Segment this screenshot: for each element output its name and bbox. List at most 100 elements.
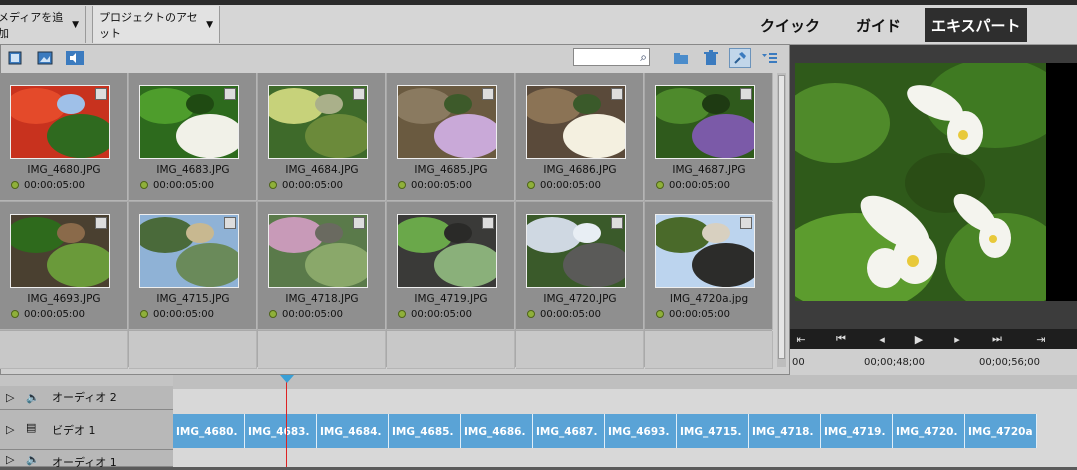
asset-item[interactable]: IMG_4718.JPG 00:00:05:00 <box>258 202 386 330</box>
asset-thumbnail <box>139 85 239 159</box>
timeline-clip[interactable]: IMG_4693. <box>605 414 677 448</box>
empty-slot <box>258 331 386 369</box>
skip-forward-icon[interactable]: ⏭ <box>987 329 1007 349</box>
asset-filename: IMG_4685.JPG <box>414 164 488 176</box>
project-assets-label: プロジェクトのアセット <box>99 10 198 40</box>
asset-filename: IMG_4720.JPG <box>543 293 617 305</box>
project-assets-button[interactable]: プロジェクトのアセット ▼ <box>92 6 220 43</box>
playhead-handle[interactable] <box>280 375 294 383</box>
top-strip <box>0 0 1077 5</box>
track-audio1[interactable] <box>173 450 1077 467</box>
status-dot-icon <box>398 181 406 189</box>
status-dot-icon <box>656 310 664 318</box>
asset-scrollbar[interactable] <box>777 73 786 367</box>
asset-filename: IMG_4719.JPG <box>414 293 488 305</box>
empty-slot <box>387 331 515 369</box>
timeline-clip[interactable]: IMG_4720a <box>965 414 1037 448</box>
goto-out-icon[interactable]: ⇥ <box>1031 329 1051 349</box>
asset-thumbnail <box>526 214 626 288</box>
timeline-clip[interactable]: IMG_4685. <box>389 414 461 448</box>
status-dot-icon <box>269 181 277 189</box>
monitor-preview <box>795 63 1046 301</box>
panel-menu-icon[interactable] <box>759 48 781 68</box>
scrollbar-thumb[interactable] <box>778 75 785 359</box>
audio-filter-icon[interactable] <box>64 48 86 68</box>
asset-item[interactable]: IMG_4686.JPG 00:00:05:00 <box>516 73 644 201</box>
asset-item[interactable]: IMG_4719.JPG 00:00:05:00 <box>387 202 515 330</box>
empty-slot <box>645 331 773 369</box>
asset-thumbnail <box>655 85 755 159</box>
add-media-button[interactable]: メディアを追加 ▼ <box>0 6 86 43</box>
video-filter-icon[interactable] <box>4 48 26 68</box>
asset-item[interactable]: IMG_4720a.jpg 00:00:05:00 <box>645 202 773 330</box>
asset-duration: 00:00:05:00 <box>153 309 215 320</box>
asset-item[interactable]: IMG_4680.JPG 00:00:05:00 <box>0 73 128 201</box>
timeline-clip[interactable]: IMG_4715. <box>677 414 749 448</box>
step-forward-icon[interactable]: ▸ <box>947 329 967 349</box>
media-type-icon <box>482 88 494 100</box>
ruler-label: 00;00;48;00 <box>864 357 926 368</box>
timeline-clip[interactable]: IMG_4718. <box>749 414 821 448</box>
timeline-clip[interactable]: IMG_4683. <box>245 414 317 448</box>
status-dot-icon <box>269 310 277 318</box>
expand-triangle-icon[interactable]: ▷ <box>6 391 14 404</box>
playhead[interactable] <box>286 376 287 467</box>
ruler-label: 00 <box>792 357 805 368</box>
timeline-clip[interactable]: IMG_4684. <box>317 414 389 448</box>
asset-item[interactable]: IMG_4684.JPG 00:00:05:00 <box>258 73 386 201</box>
asset-item[interactable]: IMG_4693.JPG 00:00:05:00 <box>0 202 128 330</box>
expand-triangle-icon[interactable]: ▷ <box>6 423 14 436</box>
search-icon: ⌕ <box>640 50 647 64</box>
empty-slot <box>129 331 257 369</box>
asset-filename: IMG_4680.JPG <box>27 164 101 176</box>
asset-item[interactable]: IMG_4687.JPG 00:00:05:00 <box>645 73 773 201</box>
asset-thumbnail <box>10 85 110 159</box>
track-audio2[interactable] <box>173 389 1077 410</box>
asset-filename: IMG_4720a.jpg <box>669 293 749 305</box>
media-type-icon <box>482 217 494 229</box>
asset-thumbnail <box>139 214 239 288</box>
pin-icon[interactable] <box>729 48 751 68</box>
timeline-clip[interactable]: IMG_4687. <box>533 414 605 448</box>
asset-item[interactable]: IMG_4685.JPG 00:00:05:00 <box>387 73 515 201</box>
asset-item[interactable]: IMG_4715.JPG 00:00:05:00 <box>129 202 257 330</box>
asset-duration: 00:00:05:00 <box>24 309 86 320</box>
timeline-clip[interactable]: IMG_4720. <box>893 414 965 448</box>
new-folder-icon[interactable] <box>670 48 692 68</box>
asset-item[interactable]: IMG_4720.JPG 00:00:05:00 <box>516 202 644 330</box>
timeline-clip[interactable]: IMG_4719. <box>821 414 893 448</box>
goto-in-icon[interactable]: ⇤ <box>791 329 811 349</box>
track-header-audio2: ▷ 🔈 オーディオ 2 <box>0 386 173 410</box>
skip-back-icon[interactable]: ⏮ <box>831 329 851 349</box>
status-dot-icon <box>527 310 535 318</box>
trash-icon[interactable] <box>700 48 722 68</box>
asset-thumbnail <box>397 85 497 159</box>
status-dot-icon <box>527 181 535 189</box>
playback-controls: ⇤ ⏮ ◂ ▶ ▸ ⏭ ⇥ <box>787 329 1077 349</box>
mode-expert[interactable]: エキスパート <box>925 8 1027 42</box>
play-icon[interactable]: ▶ <box>909 329 929 349</box>
chevron-down-icon: ▼ <box>206 19 213 30</box>
asset-thumbnail <box>268 214 368 288</box>
status-dot-icon <box>140 310 148 318</box>
asset-duration: 00:00:05:00 <box>411 180 473 191</box>
asset-filename: IMG_4686.JPG <box>543 164 617 176</box>
status-dot-icon <box>398 310 406 318</box>
film-icon: ▤ <box>26 421 37 434</box>
track-label: オーディオ 1 <box>52 456 117 469</box>
top-bar: メディアを追加 ▼ プロジェクトのアセット ▼ クイック ガイド エキスパート <box>0 0 1077 45</box>
timeline-clip[interactable]: IMG_4680. <box>173 414 245 448</box>
asset-thumbnail <box>526 85 626 159</box>
asset-search-input[interactable]: ⌕ <box>573 48 650 66</box>
timeline-clip[interactable]: IMG_4686. <box>461 414 533 448</box>
mode-quick[interactable]: クイック <box>760 10 820 40</box>
asset-duration: 00:00:05:00 <box>669 309 731 320</box>
image-filter-icon[interactable] <box>34 48 56 68</box>
asset-thumbnail <box>268 85 368 159</box>
speaker-icon: 🔈 <box>26 391 40 404</box>
step-back-icon[interactable]: ◂ <box>872 329 892 349</box>
expand-triangle-icon[interactable]: ▷ <box>6 453 14 466</box>
asset-item[interactable]: IMG_4683.JPG 00:00:05:00 <box>129 73 257 201</box>
mode-guided[interactable]: ガイド <box>856 10 901 40</box>
asset-thumbnail <box>655 214 755 288</box>
